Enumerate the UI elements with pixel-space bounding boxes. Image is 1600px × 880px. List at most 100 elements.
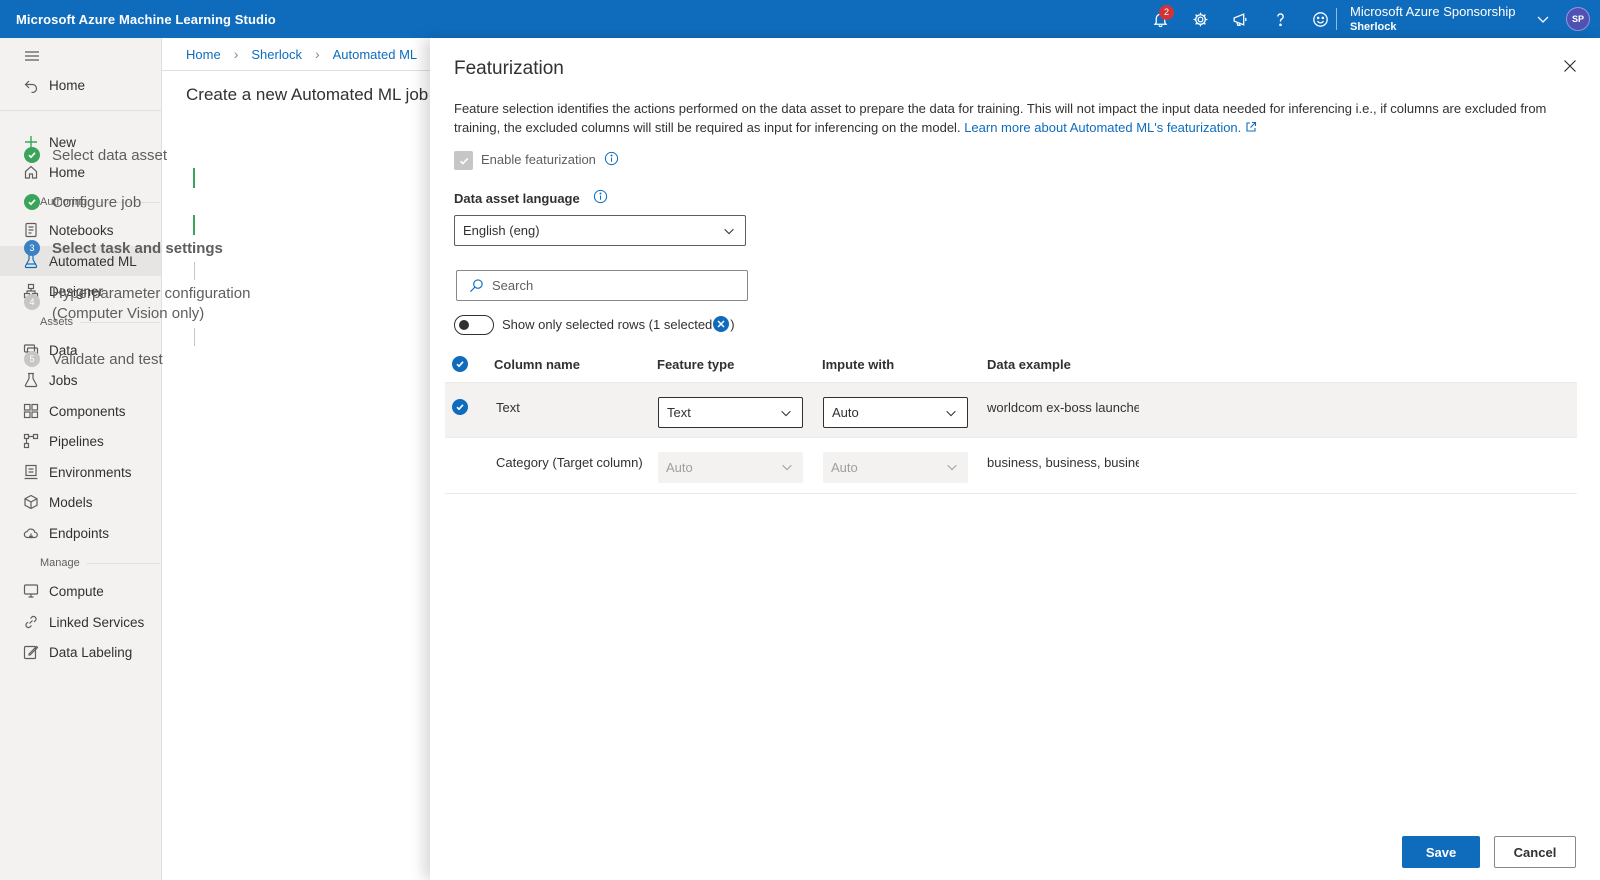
wizard-step-hyperparameter[interactable]: 4 Hyperparameter configuration (Computer… bbox=[24, 284, 250, 324]
wizard-step-label: Configure job bbox=[52, 194, 142, 211]
help-button[interactable] bbox=[1260, 0, 1300, 38]
sidebar-item-compute[interactable]: Compute bbox=[0, 576, 161, 606]
column-header-impute[interactable]: Impute with bbox=[822, 357, 894, 372]
nav-back-home[interactable]: Home bbox=[0, 70, 161, 100]
edit-icon bbox=[23, 644, 39, 660]
row-select-checkbox[interactable] bbox=[452, 399, 468, 415]
panel-title: Featurization bbox=[454, 58, 564, 79]
show-selected-rows-toggle[interactable] bbox=[454, 315, 494, 335]
step-number-badge: 4 bbox=[24, 294, 40, 310]
search-input[interactable] bbox=[492, 278, 732, 293]
megaphone-icon bbox=[1232, 12, 1246, 26]
enable-featurization-label: Enable featurization bbox=[481, 152, 596, 167]
info-icon[interactable] bbox=[593, 189, 608, 204]
column-search[interactable] bbox=[456, 270, 748, 301]
close-icon[interactable] bbox=[1562, 58, 1578, 74]
page-title: Create a new Automated ML job bbox=[186, 85, 429, 104]
checkmark-icon bbox=[456, 404, 464, 411]
sidebar-item-models[interactable]: Models bbox=[0, 487, 161, 517]
wizard-step-configure-job[interactable]: Configure job bbox=[24, 193, 141, 213]
hamburger-menu-icon[interactable] bbox=[22, 48, 42, 64]
sidebar-item-label: Components bbox=[49, 403, 126, 419]
settings-button[interactable] bbox=[1180, 0, 1220, 38]
workspace-name: Sherlock bbox=[1350, 20, 1397, 33]
sidebar-item-linked-services[interactable]: Linked Services bbox=[0, 607, 161, 637]
wizard-step-select-task[interactable]: 3 Select task and settings bbox=[24, 239, 223, 259]
gear-icon bbox=[1193, 12, 1207, 26]
impute-with-dropdown[interactable]: Auto bbox=[823, 397, 968, 428]
wizard-step-label: Select data asset bbox=[52, 147, 168, 164]
breadcrumb-automated-ml[interactable]: Automated ML bbox=[333, 47, 418, 62]
flask-icon bbox=[23, 372, 39, 388]
wizard-step-label: Hyperparameter configuration (Computer V… bbox=[52, 284, 250, 324]
save-button[interactable]: Save bbox=[1402, 836, 1480, 868]
sidebar-item-label: Pipelines bbox=[49, 433, 104, 449]
step-connector bbox=[194, 328, 195, 346]
step-connector bbox=[194, 262, 195, 280]
data-asset-language-label: Data asset language bbox=[454, 191, 580, 206]
column-header-feature-type[interactable]: Feature type bbox=[657, 357, 734, 372]
cell-column-name: Category (Target column) bbox=[496, 455, 643, 470]
chevron-down-icon[interactable] bbox=[1535, 11, 1551, 27]
enable-featurization-checkbox[interactable] bbox=[454, 151, 473, 170]
sidebar-item-label: Linked Services bbox=[49, 614, 145, 630]
sidebar-item-data-labeling[interactable]: Data Labeling bbox=[0, 637, 161, 667]
sidebar-item-label: Home bbox=[49, 164, 86, 180]
sidebar-item-pipelines[interactable]: Pipelines bbox=[0, 426, 161, 456]
notifications-button[interactable]: 2 bbox=[1140, 0, 1180, 38]
cloud-icon bbox=[23, 525, 39, 541]
feature-type-dropdown[interactable]: Text bbox=[658, 397, 803, 428]
sidebar-item-label: Compute bbox=[49, 583, 104, 599]
wizard-step-validate[interactable]: 5 Validate and test bbox=[24, 350, 163, 370]
dropdown-value: Auto bbox=[831, 460, 858, 475]
search-icon bbox=[470, 279, 483, 292]
chevron-down-icon bbox=[781, 410, 791, 417]
avatar[interactable]: SP bbox=[1566, 7, 1590, 31]
clear-selection-button[interactable] bbox=[713, 316, 730, 332]
checkmark-icon bbox=[24, 194, 40, 210]
notification-count-badge: 2 bbox=[1159, 5, 1174, 20]
chevron-right-icon: › bbox=[314, 46, 320, 62]
components-icon bbox=[23, 403, 39, 419]
checkmark-icon bbox=[24, 147, 40, 163]
column-header-name[interactable]: Column name bbox=[494, 357, 580, 372]
cell-data-example: worldcom ex-boss launches bbox=[987, 400, 1139, 415]
sidebar-item-endpoints[interactable]: Endpoints bbox=[0, 518, 161, 548]
breadcrumb-workspace[interactable]: Sherlock bbox=[251, 47, 302, 62]
column-header-data-example[interactable]: Data example bbox=[987, 357, 1071, 372]
account-switcher[interactable]: Microsoft Azure Sponsorship Sherlock bbox=[1350, 2, 1515, 36]
feedback-button[interactable] bbox=[1300, 0, 1340, 38]
sidebar-item-components[interactable]: Components bbox=[0, 396, 161, 426]
dropdown-value: Auto bbox=[832, 405, 859, 420]
app-title[interactable]: Microsoft Azure Machine Learning Studio bbox=[0, 12, 276, 27]
chevron-down-icon bbox=[946, 410, 956, 417]
link-icon bbox=[23, 614, 39, 630]
breadcrumb-divider bbox=[162, 70, 432, 71]
sidebar-item-label: Notebooks bbox=[49, 222, 114, 238]
breadcrumb: Home › Sherlock › Automated ML bbox=[186, 46, 417, 62]
feature-type-dropdown: Auto bbox=[658, 452, 803, 483]
info-icon[interactable] bbox=[604, 151, 619, 166]
data-asset-language-dropdown[interactable]: English (eng) bbox=[454, 215, 746, 246]
cancel-button[interactable]: Cancel bbox=[1494, 836, 1576, 868]
learn-more-text: Learn more about Automated ML's featuriz… bbox=[964, 120, 1242, 135]
select-all-checkbox[interactable] bbox=[452, 356, 468, 372]
show-selected-rows-label: Show only selected rows (1 selected ) bbox=[502, 316, 735, 332]
notebook-icon bbox=[23, 222, 39, 238]
dropdown-value: Auto bbox=[666, 460, 693, 475]
row-divider bbox=[445, 493, 1577, 494]
top-bar-actions: 2 bbox=[1140, 0, 1340, 38]
announcements-button[interactable] bbox=[1220, 0, 1260, 38]
chevron-down-icon bbox=[782, 464, 792, 471]
step-connector bbox=[193, 215, 195, 235]
dropdown-value: English (eng) bbox=[463, 223, 540, 238]
chevron-right-icon: › bbox=[233, 46, 239, 62]
wizard-step-select-data[interactable]: Select data asset bbox=[24, 146, 167, 166]
featurization-panel: Featurization Feature selection identifi… bbox=[430, 38, 1600, 880]
external-link-icon bbox=[1246, 121, 1257, 132]
breadcrumb-home[interactable]: Home bbox=[186, 47, 221, 62]
learn-more-link[interactable]: Learn more about Automated ML's featuriz… bbox=[964, 120, 1257, 135]
sidebar-item-environments[interactable]: Environments bbox=[0, 457, 161, 487]
environment-icon bbox=[23, 464, 39, 480]
step-connector bbox=[193, 168, 195, 188]
